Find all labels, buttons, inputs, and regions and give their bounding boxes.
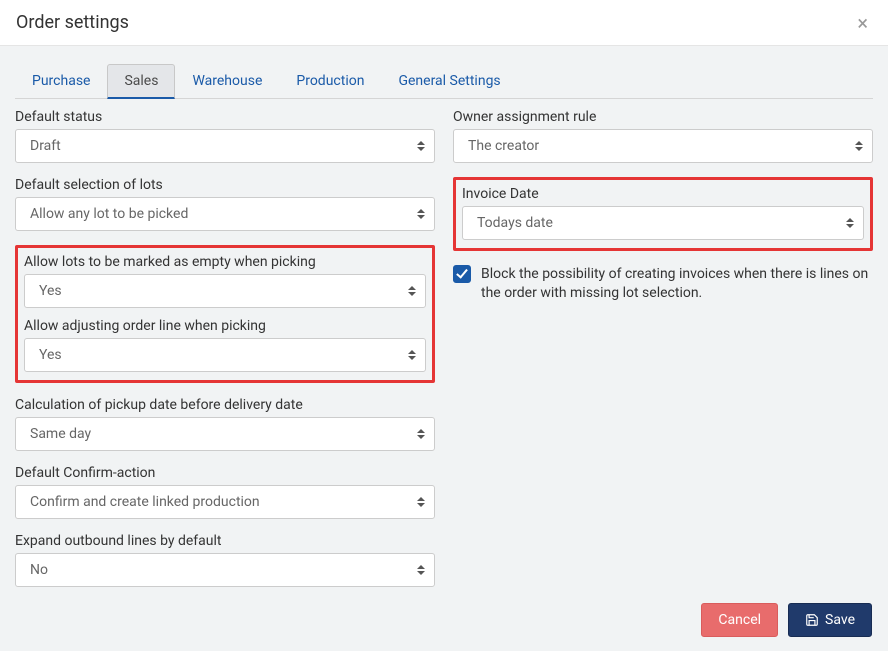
select-value: Yes bbox=[39, 283, 62, 299]
chevron-updown-icon bbox=[407, 348, 417, 362]
cancel-button[interactable]: Cancel bbox=[701, 603, 778, 637]
field-expand-outbound: Expand outbound lines by default No bbox=[15, 533, 435, 587]
modal-body: Purchase Sales Warehouse Production Gene… bbox=[0, 46, 888, 589]
modal-title: Order settings bbox=[16, 12, 129, 33]
field-calc-pickup: Calculation of pickup date before delive… bbox=[15, 397, 435, 451]
tab-general-settings[interactable]: General Settings bbox=[381, 64, 517, 99]
select-value: Yes bbox=[39, 347, 62, 363]
tab-warehouse[interactable]: Warehouse bbox=[175, 64, 279, 99]
label-allow-adjust-line: Allow adjusting order line when picking bbox=[24, 318, 426, 334]
save-button[interactable]: Save bbox=[788, 603, 872, 637]
tabs: Purchase Sales Warehouse Production Gene… bbox=[15, 46, 873, 99]
label-block-invoice: Block the possibility of creating invoic… bbox=[481, 265, 873, 303]
field-block-invoice: Block the possibility of creating invoic… bbox=[453, 265, 873, 303]
label-calc-pickup: Calculation of pickup date before delive… bbox=[15, 397, 435, 413]
field-default-selection-lots: Default selection of lots Allow any lot … bbox=[15, 177, 435, 231]
field-default-confirm: Default Confirm-action Confirm and creat… bbox=[15, 465, 435, 519]
chevron-updown-icon bbox=[845, 216, 855, 230]
tab-sales[interactable]: Sales bbox=[107, 64, 175, 99]
label-default-status: Default status bbox=[15, 109, 435, 125]
select-value: Todays date bbox=[477, 215, 553, 231]
select-value: The creator bbox=[468, 138, 539, 154]
field-allow-adjust-line: Allow adjusting order line when picking … bbox=[24, 318, 426, 372]
form-area: Default status Draft Default selection o… bbox=[15, 99, 873, 589]
select-allow-lots-empty[interactable]: Yes bbox=[24, 274, 426, 308]
select-invoice-date[interactable]: Todays date bbox=[462, 206, 864, 240]
cancel-button-label: Cancel bbox=[718, 612, 761, 628]
label-default-confirm: Default Confirm-action bbox=[15, 465, 435, 481]
select-default-selection-lots[interactable]: Allow any lot to be picked bbox=[15, 197, 435, 231]
close-icon[interactable]: × bbox=[853, 13, 872, 33]
chevron-updown-icon bbox=[416, 427, 426, 441]
chevron-updown-icon bbox=[407, 284, 417, 298]
label-owner-rule: Owner assignment rule bbox=[453, 109, 873, 125]
field-owner-rule: Owner assignment rule The creator bbox=[453, 109, 873, 163]
chevron-updown-icon bbox=[854, 139, 864, 153]
chevron-updown-icon bbox=[416, 139, 426, 153]
chevron-updown-icon bbox=[416, 207, 426, 221]
label-allow-lots-empty: Allow lots to be marked as empty when pi… bbox=[24, 254, 426, 270]
select-default-status[interactable]: Draft bbox=[15, 129, 435, 163]
select-expand-outbound[interactable]: No bbox=[15, 553, 435, 587]
tab-purchase[interactable]: Purchase bbox=[15, 64, 107, 99]
select-value: No bbox=[30, 562, 48, 578]
field-invoice-date: Invoice Date Todays date bbox=[462, 186, 864, 240]
select-default-confirm[interactable]: Confirm and create linked production bbox=[15, 485, 435, 519]
label-invoice-date: Invoice Date bbox=[462, 186, 864, 202]
select-value: Allow any lot to be picked bbox=[30, 206, 188, 222]
label-default-selection-lots: Default selection of lots bbox=[15, 177, 435, 193]
highlight-lots-picking: Allow lots to be marked as empty when pi… bbox=[15, 245, 435, 383]
select-calc-pickup[interactable]: Same day bbox=[15, 417, 435, 451]
left-column: Default status Draft Default selection o… bbox=[15, 109, 435, 589]
order-settings-modal: Order settings × Purchase Sales Warehous… bbox=[0, 0, 888, 651]
modal-footer: Cancel Save bbox=[0, 589, 888, 651]
select-value: Draft bbox=[30, 138, 61, 154]
label-expand-outbound: Expand outbound lines by default bbox=[15, 533, 435, 549]
select-owner-rule[interactable]: The creator bbox=[453, 129, 873, 163]
modal-header: Order settings × bbox=[0, 0, 888, 46]
chevron-updown-icon bbox=[416, 495, 426, 509]
field-allow-lots-empty: Allow lots to be marked as empty when pi… bbox=[24, 254, 426, 308]
right-column: Owner assignment rule The creator Invoic… bbox=[453, 109, 873, 589]
field-default-status: Default status Draft bbox=[15, 109, 435, 163]
select-value: Confirm and create linked production bbox=[30, 494, 260, 510]
select-value: Same day bbox=[30, 426, 91, 442]
save-icon bbox=[805, 613, 819, 627]
chevron-updown-icon bbox=[416, 563, 426, 577]
checkbox-block-invoice[interactable] bbox=[453, 265, 471, 283]
tab-production[interactable]: Production bbox=[279, 64, 381, 99]
select-allow-adjust-line[interactable]: Yes bbox=[24, 338, 426, 372]
highlight-invoice-date: Invoice Date Todays date bbox=[453, 177, 873, 251]
save-button-label: Save bbox=[825, 612, 855, 628]
